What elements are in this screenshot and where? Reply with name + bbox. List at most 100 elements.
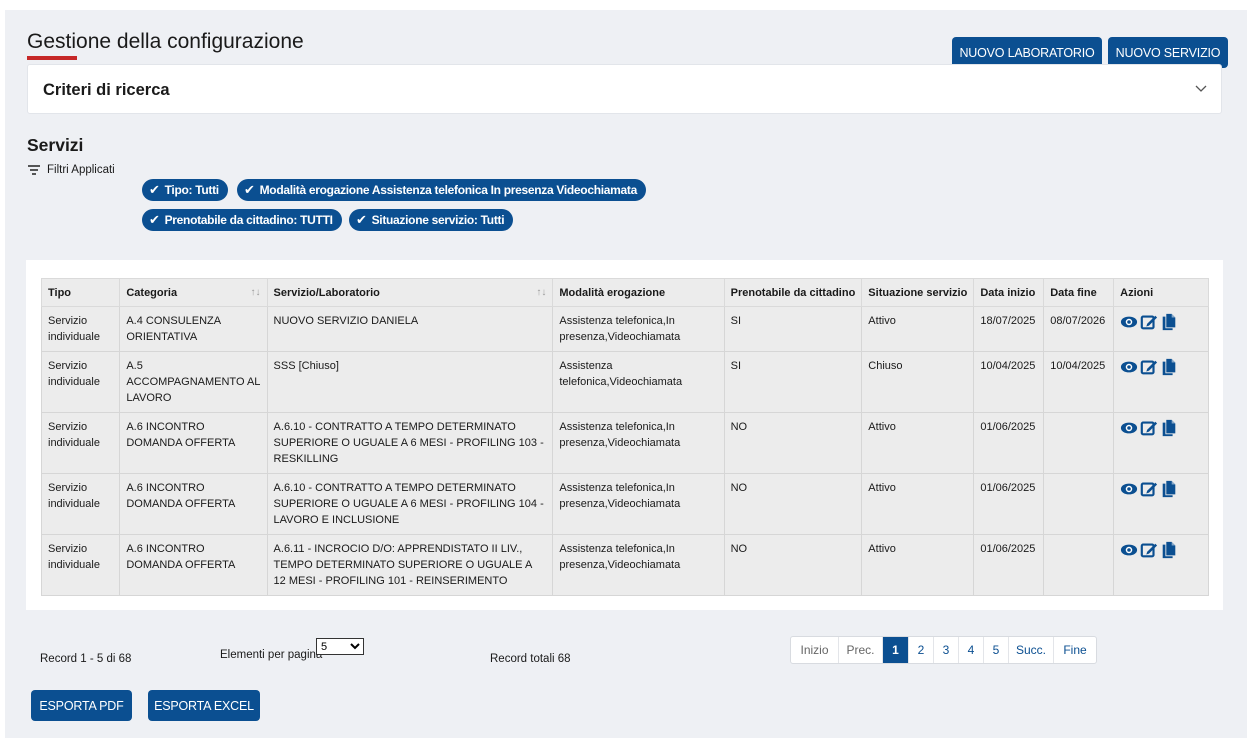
col-header-tipo[interactable]: Tipo: [40, 278, 121, 307]
edit-icon[interactable]: [1140, 419, 1158, 437]
cell-prenotabile: SI: [723, 351, 863, 413]
cell-modalita: Assistenza telefonica,In presenza,Videoc…: [552, 534, 725, 596]
cell-categoria: A.6 INCONTRO DOMANDA OFFERTA: [119, 412, 268, 474]
chip-label: Situazione servizio: Tutti: [371, 213, 505, 227]
page-first[interactable]: Inizio: [791, 637, 839, 663]
cell-fine: 08/07/2026: [1043, 306, 1115, 352]
edit-icon[interactable]: [1140, 480, 1158, 498]
cell-azioni: [1113, 534, 1209, 596]
cell-modalita: Assistenza telefonica,In presenza,Videoc…: [552, 412, 725, 474]
page-title: Gestione della configurazione: [27, 30, 304, 53]
col-header-label: Servizio/Laboratorio: [273, 286, 380, 299]
col-header-modalita[interactable]: Modalità erogazione: [552, 278, 725, 307]
table-row: Servizio individuale A.6 INCONTRO DOMANDA…: [40, 534, 1209, 596]
cell-tipo: Servizio individuale: [40, 351, 121, 413]
filter-chip-modalita[interactable]: ✔ Modalità erogazione Assistenza telefoni…: [237, 179, 646, 201]
eye-icon[interactable]: [1120, 358, 1138, 376]
page-next[interactable]: Succ.: [1009, 637, 1054, 663]
cell-servizio: A.6.10 - CONTRATTO A TEMPO DETERMINATO S…: [266, 473, 554, 535]
col-header-azioni: Azioni: [1113, 278, 1209, 307]
sort-icon[interactable]: ↑↓: [536, 287, 546, 298]
cell-categoria: A.4 CONSULENZA ORIENTATIVA: [119, 306, 268, 352]
cell-inizio: 01/06/2025: [973, 534, 1045, 596]
cell-inizio: 01/06/2025: [973, 473, 1045, 535]
cell-modalita: Assistenza telefonica,Videochiamata: [552, 351, 725, 413]
filter-chip-situazione[interactable]: ✔ Situazione servizio: Tutti: [349, 209, 514, 231]
cell-tipo: Servizio individuale: [40, 534, 121, 596]
cell-servizio: NUOVO SERVIZIO DANIELA: [266, 306, 554, 352]
chip-label: Prenotabile da cittadino: TUTTI: [164, 213, 333, 227]
cell-situazione: Attivo: [861, 473, 975, 535]
cell-prenotabile: SI: [723, 306, 863, 352]
filter-icon: [28, 165, 40, 175]
record-range: Record 1 - 5 di 68: [40, 653, 132, 665]
cell-tipo: Servizio individuale: [40, 473, 121, 535]
cell-prenotabile: NO: [723, 534, 863, 596]
cell-categoria: A.6 INCONTRO DOMANDA OFFERTA: [119, 473, 268, 535]
eye-icon[interactable]: [1120, 419, 1138, 437]
filter-chip-tipo[interactable]: ✔ Tipo: Tutti: [142, 179, 228, 201]
col-header-data-inizio[interactable]: Data inizio: [973, 278, 1045, 307]
copy-icon[interactable]: [1160, 480, 1178, 498]
col-header-categoria[interactable]: Categoria ↑↓: [119, 278, 268, 307]
eye-icon[interactable]: [1120, 480, 1138, 498]
cell-fine: [1043, 473, 1115, 535]
table-row: Servizio individuale A.6 INCONTRO DOMANDA…: [40, 473, 1209, 535]
check-icon: ✔: [244, 182, 255, 197]
col-header-data-fine[interactable]: Data fine: [1043, 278, 1115, 307]
cell-prenotabile: NO: [723, 473, 863, 535]
copy-icon[interactable]: [1160, 313, 1178, 331]
check-icon: ✔: [356, 212, 367, 227]
table-row: Servizio individuale A.6 INCONTRO DOMANDA…: [40, 412, 1209, 474]
pagination: Inizio Prec. 1 2 3 4 5 Succ. Fine: [790, 636, 1097, 664]
record-total: Record totali 68: [490, 653, 571, 665]
page-prev[interactable]: Prec.: [839, 637, 883, 663]
chip-label: Modalità erogazione Assistenza telefonic…: [259, 183, 638, 197]
col-header-servizio[interactable]: Servizio/Laboratorio ↑↓: [266, 278, 554, 307]
page-4[interactable]: 4: [959, 637, 984, 663]
cell-servizio: SSS [Chiuso]: [266, 351, 554, 413]
applied-filters-label: Filtri Applicati: [47, 164, 115, 176]
copy-icon[interactable]: [1160, 541, 1178, 559]
page-1[interactable]: 1: [883, 637, 909, 663]
cell-azioni: [1113, 306, 1209, 352]
cell-azioni: [1113, 412, 1209, 474]
search-criteria-panel[interactable]: Criteri di ricerca: [27, 64, 1222, 114]
cell-servizio: A.6.10 - CONTRATTO A TEMPO DETERMINATO S…: [266, 412, 554, 474]
cell-categoria: A.5 ACCOMPAGNAMENTO AL LAVORO: [119, 351, 268, 413]
page-5[interactable]: 5: [984, 637, 1009, 663]
cell-prenotabile: NO: [723, 412, 863, 474]
page-last[interactable]: Fine: [1054, 637, 1096, 663]
search-criteria-label: Criteri di ricerca: [43, 81, 170, 99]
copy-icon[interactable]: [1160, 419, 1178, 437]
export-excel-button[interactable]: ESPORTA EXCEL: [148, 690, 260, 721]
col-header-prenotabile[interactable]: Prenotabile da cittadino: [723, 278, 863, 307]
edit-icon[interactable]: [1140, 358, 1158, 376]
cell-inizio: 10/04/2025: [973, 351, 1045, 413]
cell-inizio: 18/07/2025: [973, 306, 1045, 352]
edit-icon[interactable]: [1140, 313, 1158, 331]
page-3[interactable]: 3: [934, 637, 959, 663]
title-underline: [27, 56, 77, 60]
page-2[interactable]: 2: [909, 637, 934, 663]
table-header-row: Tipo Categoria ↑↓ Servizio/Laboratorio ↑↓ …: [40, 278, 1209, 307]
cell-modalita: Assistenza telefonica,In presenza,Videoc…: [552, 473, 725, 535]
copy-icon[interactable]: [1160, 358, 1178, 376]
filter-chip-prenotabile[interactable]: ✔ Prenotabile da cittadino: TUTTI: [142, 209, 342, 231]
cell-tipo: Servizio individuale: [40, 412, 121, 474]
eye-icon[interactable]: [1120, 541, 1138, 559]
per-page-select[interactable]: 5: [316, 638, 364, 655]
export-pdf-button[interactable]: ESPORTA PDF: [31, 690, 132, 721]
col-header-situazione[interactable]: Situazione servizio: [861, 278, 975, 307]
sort-icon[interactable]: ↑↓: [251, 287, 261, 298]
cell-fine: [1043, 534, 1115, 596]
chevron-down-icon[interactable]: [1195, 82, 1207, 94]
cell-situazione: Attivo: [861, 534, 975, 596]
cell-situazione: Attivo: [861, 306, 975, 352]
eye-icon[interactable]: [1120, 313, 1138, 331]
table-row: Servizio individuale A.4 CONSULENZA ORIEN…: [40, 306, 1209, 352]
cell-fine: [1043, 412, 1115, 474]
cell-situazione: Attivo: [861, 412, 975, 474]
cell-inizio: 01/06/2025: [973, 412, 1045, 474]
edit-icon[interactable]: [1140, 541, 1158, 559]
